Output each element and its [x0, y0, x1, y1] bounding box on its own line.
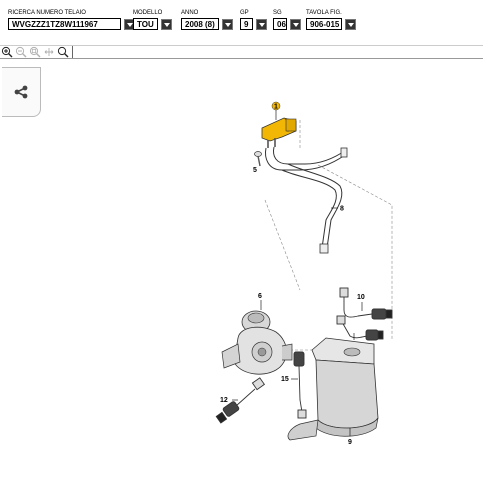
year-dropdown-icon[interactable]: [222, 18, 233, 30]
toolbar-field: [72, 46, 483, 58]
pan-icon[interactable]: [42, 46, 55, 59]
year-select[interactable]: 2008 (8): [181, 18, 219, 30]
gp-label: GP: [240, 10, 249, 16]
zoom-reset-icon[interactable]: [28, 46, 41, 59]
callout-8: 8: [340, 206, 344, 213]
parts-diagram: 1 5 8 6 10 9 15 12: [215, 101, 393, 446]
chassis-label: RICERCA NUMERO TELAIO: [8, 10, 86, 16]
callout-12: 12: [220, 397, 228, 404]
gp-dropdown-icon[interactable]: [256, 18, 267, 30]
callout-6: 6: [258, 293, 262, 300]
pressure-sensor-part[interactable]: [261, 117, 297, 148]
table-dropdown-icon[interactable]: [345, 18, 356, 30]
year-label: ANNO: [181, 10, 199, 16]
sensor-lead-part[interactable]: [293, 351, 307, 419]
table-select[interactable]: 906-015: [306, 18, 342, 30]
table-filter: TAVOLA FIG. 906-015: [306, 10, 356, 30]
zoom-fit-icon[interactable]: [56, 46, 69, 59]
turbocharger-part[interactable]: [221, 310, 293, 375]
model-label: MODELLO: [133, 10, 163, 16]
callout-9: 9: [348, 439, 352, 446]
sg-label: SG: [273, 10, 282, 16]
chassis-filter: RICERCA NUMERO TELAIO WVGZZZ1TZ8W111967: [8, 10, 135, 30]
model-filter: MODELLO TOU: [133, 10, 172, 30]
gp-select[interactable]: 9: [240, 18, 253, 30]
callout-5: 5: [253, 167, 257, 174]
year-filter: ANNO 2008 (8): [181, 10, 233, 30]
callout-1: 1: [274, 104, 278, 111]
zoom-toolbar: [0, 45, 483, 59]
sg-dropdown-icon[interactable]: [290, 18, 301, 30]
screw-part[interactable]: [254, 151, 262, 167]
model-dropdown-icon[interactable]: [161, 18, 172, 30]
temperature-sender-part[interactable]: [336, 315, 384, 341]
zoom-out-icon[interactable]: [14, 46, 27, 59]
callout-10: 10: [357, 294, 365, 301]
model-select[interactable]: TOU: [133, 18, 158, 30]
sg-filter: SG 06: [273, 10, 301, 30]
sg-select[interactable]: 06: [273, 18, 287, 30]
filter-bar: RICERCA NUMERO TELAIO WVGZZZ1TZ8W111967 …: [0, 0, 483, 42]
temperature-sender-upper-part[interactable]: [339, 287, 393, 320]
table-label: TAVOLA FIG.: [306, 10, 342, 16]
pressure-line-part[interactable]: [265, 146, 348, 254]
chassis-input[interactable]: WVGZZZ1TZ8W111967: [8, 18, 121, 30]
callout-15: 15: [281, 376, 289, 383]
zoom-in-icon[interactable]: [0, 46, 13, 59]
gp-filter: GP 9: [240, 10, 267, 30]
